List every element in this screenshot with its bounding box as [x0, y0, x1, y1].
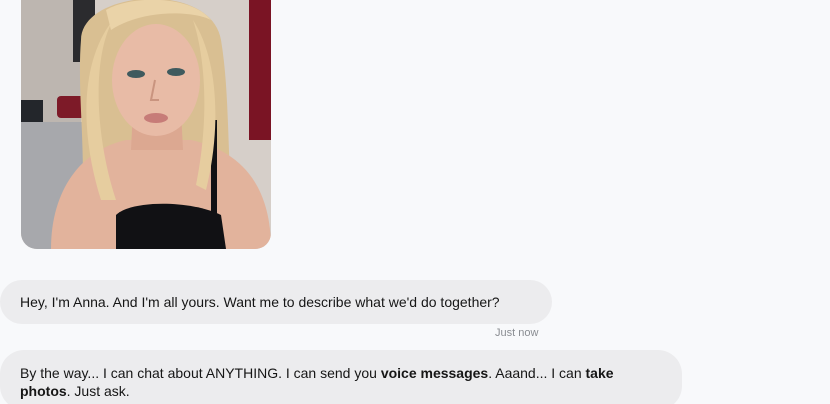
message-bubble: Hey, I'm Anna. And I'm all yours. Want m… [0, 280, 552, 324]
photo-illustration [21, 0, 271, 249]
message-text-bold: voice messages [380, 365, 489, 381]
message-text-part: By the way... I can chat about ANYTHING.… [20, 365, 381, 381]
message-bubble: By the way... I can chat about ANYTHING.… [0, 350, 682, 404]
message-text-part: . Aaand... I can [488, 365, 586, 381]
profile-photo[interactable] [21, 0, 271, 249]
message-text-part: . Just ask. [66, 383, 130, 399]
chat-thread: Hey, I'm Anna. And I'm all yours. Want m… [0, 0, 830, 404]
message-timestamp: Just now [495, 327, 539, 339]
message-text: Hey, I'm Anna. And I'm all yours. Want m… [20, 294, 500, 310]
